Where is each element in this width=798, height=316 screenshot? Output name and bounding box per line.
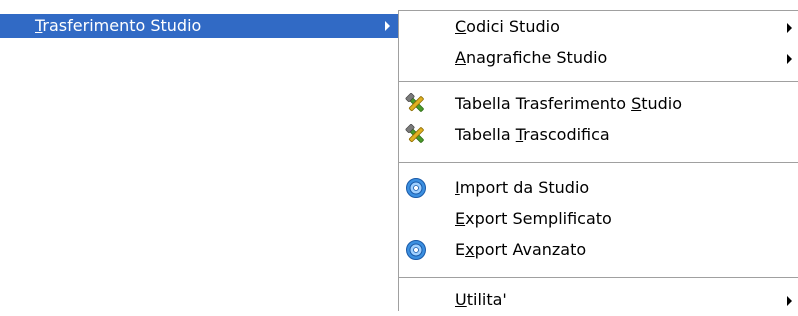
menu-item-label: Anagrafiche Studio <box>455 48 608 67</box>
menu-item-label: Export Avanzato <box>455 240 587 259</box>
menu-item-label: Tabella Trascodifica <box>455 125 610 144</box>
submenu-arrow-icon <box>787 54 792 64</box>
submenu-arrow-icon <box>787 23 792 33</box>
submenu-trasferimento-studio: Codici Studio Anagrafiche Studio Tabella… <box>398 10 798 311</box>
menu-separator <box>399 277 798 278</box>
tools-icon <box>405 124 424 143</box>
submenu-arrow-icon <box>385 21 390 31</box>
menu-item-label: Tabella Trasferimento Studio <box>455 94 683 113</box>
menu-item-export-avanzato[interactable]: Export Avanzato <box>399 235 798 266</box>
menu-item-tabella-trascodifica[interactable]: Tabella Trascodifica <box>399 120 798 151</box>
menu-item-codici-studio[interactable]: Codici Studio <box>399 12 798 43</box>
menu-item-export-semplificato[interactable]: Export Semplificato <box>399 204 798 235</box>
menu-item-label: Codici Studio <box>455 17 560 36</box>
tools-icon <box>405 93 424 112</box>
menu-item-label: Export Semplificato <box>455 209 612 228</box>
gear-icon <box>406 240 426 260</box>
submenu-arrow-icon <box>787 296 792 306</box>
menu-item-label: Import da Studio <box>455 178 590 197</box>
menu-item-label: Utilita' <box>455 290 507 309</box>
menu-item-utilita[interactable]: Utilita' <box>399 285 798 316</box>
gear-icon <box>406 178 426 198</box>
menu-item-label: Trasferimento Studio <box>35 16 202 35</box>
menu-item-tabella-trasferimento-studio[interactable]: Tabella Trasferimento Studio <box>399 89 798 120</box>
menu-separator <box>399 81 798 82</box>
menu-item-anagrafiche-studio[interactable]: Anagrafiche Studio <box>399 43 798 74</box>
menu-separator <box>399 162 798 163</box>
menu-item-import-da-studio[interactable]: Import da Studio <box>399 173 798 204</box>
menu-item-trasferimento-studio[interactable]: Trasferimento Studio <box>0 14 398 38</box>
